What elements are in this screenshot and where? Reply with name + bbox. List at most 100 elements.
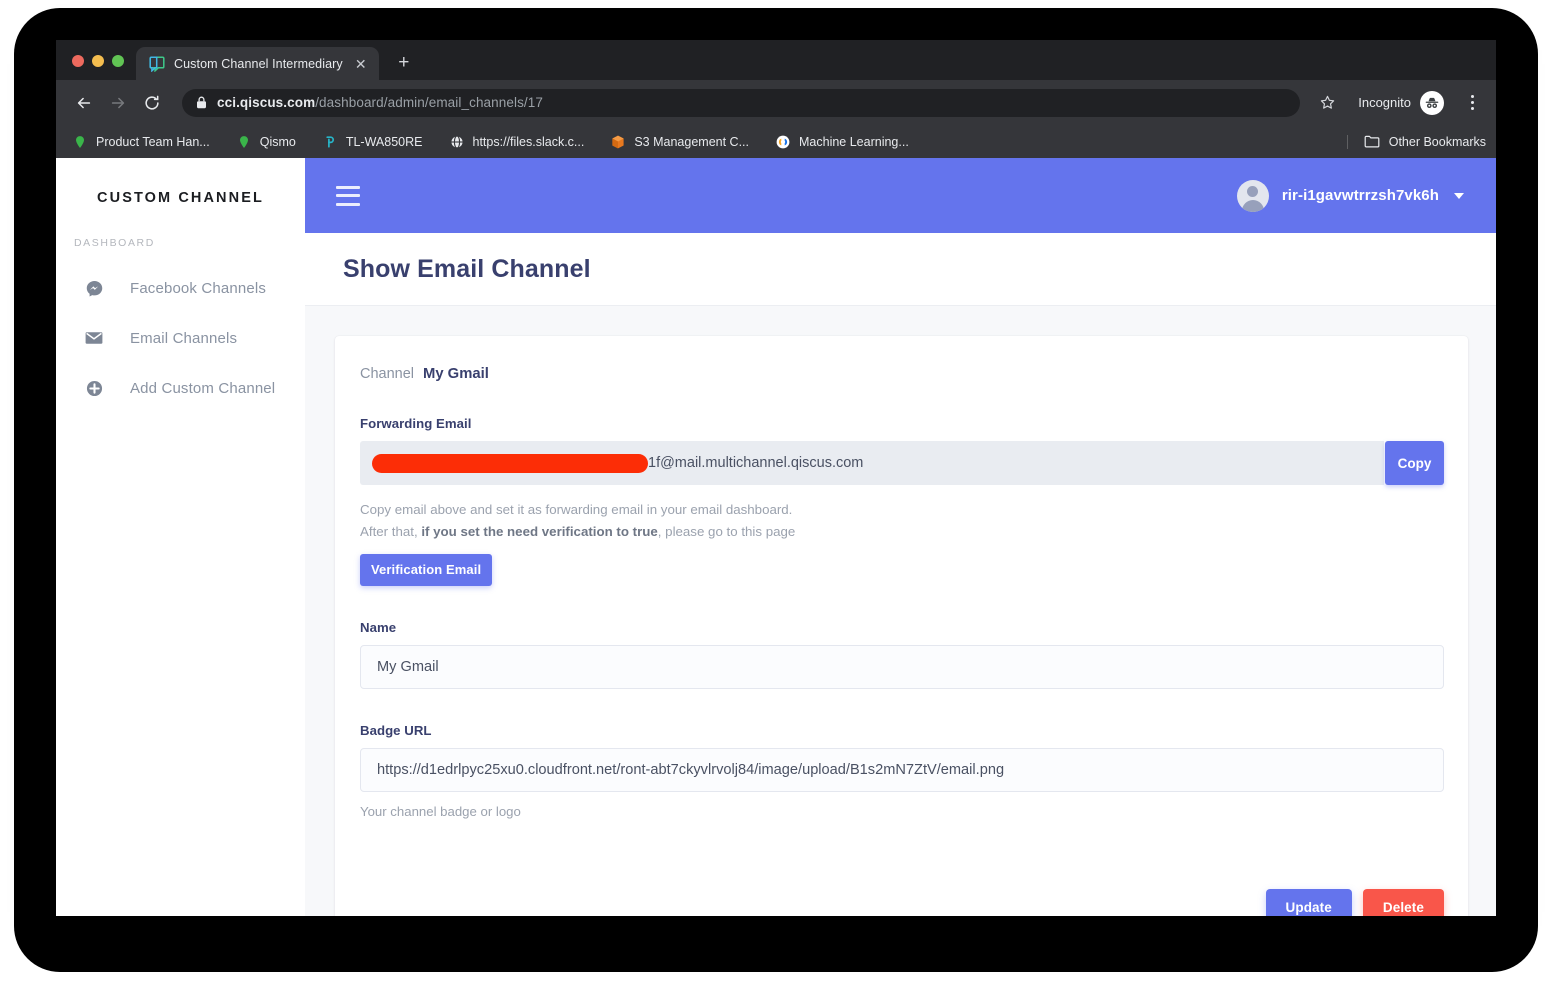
name-label: Name — [360, 620, 397, 636]
other-bookmarks-label: Other Bookmarks — [1388, 134, 1486, 149]
badge-url-field-group: Badge URL https://d1edrlpyc25xu0.cloudfr… — [360, 723, 1444, 819]
bookmark-item[interactable]: Qismo — [236, 134, 308, 150]
forwarding-email-visible-suffix: 1f@mail.multichannel.qiscus.com — [648, 455, 864, 471]
channel-label: Channel — [360, 366, 415, 382]
address-bar[interactable]: cci.qiscus.com/dashboard/admin/email_cha… — [182, 88, 1301, 117]
bookmark-label: Qismo — [259, 134, 296, 149]
plus-circle-icon — [84, 380, 104, 397]
sidebar-nav-list: Facebook Channels Email Channels Add Cus… — [56, 263, 305, 413]
bookmark-item[interactable]: S3 Management C... — [610, 134, 761, 150]
copy-button[interactable]: Copy — [1385, 441, 1444, 485]
badge-url-label: Badge URL — [360, 723, 432, 739]
bookmark-label: Machine Learning... — [799, 134, 909, 149]
browser-toolbar: cci.qiscus.com/dashboard/admin/email_cha… — [56, 80, 1496, 125]
browser-window: Custom Channel Intermediary ✕ + cci.qisc… — [56, 40, 1496, 916]
address-bar-url: cci.qiscus.com/dashboard/admin/email_cha… — [217, 95, 543, 110]
forward-button[interactable] — [104, 89, 132, 117]
incognito-indicator[interactable]: Incognito — [1346, 90, 1448, 115]
aws-s3-cube-icon — [612, 135, 624, 148]
hamburger-menu-icon[interactable] — [336, 185, 360, 206]
bookmark-label: Product Team Han... — [96, 134, 210, 149]
close-tab-button[interactable]: ✕ — [352, 55, 370, 73]
user-name-label: rir-i1gavwtrrzsh7vk6h — [1281, 187, 1439, 204]
maximize-window-button[interactable] — [112, 55, 124, 67]
badge-url-input[interactable]: https://d1edrlpyc25xu0.cloudfront.net/ro… — [360, 748, 1444, 793]
bookmark-item[interactable]: Machine Learning... — [775, 134, 921, 150]
window-traffic-lights — [56, 55, 136, 80]
forwarding-email-input[interactable]: 1f@mail.multichannel.qiscus.com — [360, 441, 1384, 485]
page-title: Show Email Channel — [343, 254, 591, 283]
sidebar-item-label: Facebook Channels — [130, 279, 266, 297]
update-button[interactable]: Update — [1265, 889, 1352, 916]
page-body: Channel My Gmail Forwarding Email 1f@mai… — [305, 306, 1496, 916]
new-tab-button[interactable]: + — [390, 49, 418, 77]
minimize-window-button[interactable] — [92, 55, 104, 67]
sidebar-item-label: Email Channels — [130, 329, 238, 347]
bookmarks-bar: Product Team Han... Qismo TL-WA850RE htt… — [56, 125, 1496, 158]
page-header: Show Email Channel — [305, 233, 1496, 306]
page-viewport: CUSTOM CHANNEL DASHBOARD Facebook Channe… — [56, 158, 1496, 916]
forwarding-email-field: Forwarding Email 1f@mail.multichannel.qi… — [360, 416, 1444, 587]
globe-icon — [449, 134, 464, 149]
name-input[interactable]: My Gmail — [360, 645, 1444, 690]
browser-tab-active[interactable]: Custom Channel Intermediary ✕ — [136, 47, 379, 80]
other-bookmarks-button[interactable]: Other Bookmarks — [1346, 134, 1486, 149]
sidebar-item-email-channels[interactable]: Email Channels — [56, 313, 305, 363]
sidebar-item-add-custom-channel[interactable]: Add Custom Channel — [56, 363, 305, 413]
channel-name: My Gmail — [423, 366, 489, 382]
browser-tab-strip: Custom Channel Intermediary ✕ + — [56, 40, 1496, 80]
forwarding-email-hint: Copy email above and set it as forwardin… — [360, 499, 1444, 542]
user-menu-button[interactable]: rir-i1gavwtrrzsh7vk6h — [1236, 179, 1464, 212]
screenshot-root: Custom Channel Intermediary ✕ + cci.qisc… — [0, 0, 1552, 989]
url-domain: cci.qiscus.com — [217, 95, 316, 110]
hint-line-1: Copy email above and set it as forwardin… — [360, 502, 793, 517]
hint-line-2: After that, if you set the need verifica… — [360, 521, 1444, 543]
email-channel-card: Channel My Gmail Forwarding Email 1f@mai… — [335, 336, 1468, 916]
avatar — [1236, 179, 1269, 212]
redaction-bar — [372, 453, 648, 473]
back-button[interactable] — [70, 89, 98, 117]
url-path: /dashboard/admin/email_channels/17 — [315, 95, 544, 110]
close-window-button[interactable] — [72, 55, 84, 67]
bookmark-item[interactable]: TL-WA850RE — [322, 134, 435, 150]
channel-summary: Channel My Gmail — [360, 336, 1444, 382]
bookmark-label: TL-WA850RE — [345, 134, 423, 149]
name-field-group: Name My Gmail — [360, 620, 1444, 690]
sidebar-section-label: DASHBOARD — [74, 237, 155, 249]
chevron-down-icon — [1454, 192, 1464, 199]
form-actions: Update Delete — [360, 889, 1444, 916]
hint-bold: if you set the need verification to true — [421, 523, 658, 539]
incognito-icon — [1420, 90, 1444, 115]
forwarding-email-label: Forwarding Email — [360, 416, 472, 431]
bookmark-item[interactable]: Product Team Han... — [72, 134, 222, 150]
tp-link-icon — [326, 135, 334, 148]
delete-button[interactable]: Delete — [1362, 889, 1444, 916]
sidebar-item-label: Add Custom Channel — [130, 379, 276, 397]
google-colab-icon — [776, 135, 790, 148]
messenger-bubble-icon — [84, 280, 104, 297]
envelope-icon — [84, 331, 104, 345]
badge-url-hint: Your channel badge or logo — [360, 804, 521, 820]
bookmark-label: https://files.slack.c... — [472, 134, 585, 149]
main-content: rir-i1gavwtrrzsh7vk6h Show Email Channel… — [305, 158, 1496, 916]
verification-email-button[interactable]: Verification Email — [360, 554, 493, 587]
browser-menu-icon[interactable] — [1460, 90, 1484, 116]
sidebar-item-facebook-channels[interactable]: Facebook Channels — [56, 263, 305, 313]
browser-tab-title: Custom Channel Intermediary — [174, 56, 343, 71]
green-location-pin-icon — [239, 135, 248, 148]
bookmark-star-icon[interactable] — [1314, 90, 1340, 116]
hint-suffix: , please go to this page — [657, 523, 796, 539]
app-topbar: rir-i1gavwtrrzsh7vk6h — [305, 158, 1496, 233]
app-sidebar: CUSTOM CHANNEL DASHBOARD Facebook Channe… — [56, 158, 305, 916]
qiscus-chat-favicon — [149, 55, 165, 72]
sidebar-brand: CUSTOM CHANNEL — [97, 190, 264, 206]
bookmark-label: S3 Management C... — [634, 134, 749, 149]
green-location-pin-icon — [76, 135, 84, 148]
lock-icon — [197, 96, 206, 109]
folder-icon — [1364, 135, 1380, 147]
incognito-label: Incognito — [1358, 95, 1411, 110]
bookmark-item[interactable]: https://files.slack.c... — [449, 134, 597, 150]
reload-button[interactable] — [138, 89, 166, 117]
hint-prefix: After that, — [360, 523, 422, 539]
forwarding-email-row: 1f@mail.multichannel.qiscus.com Copy — [360, 441, 1444, 485]
